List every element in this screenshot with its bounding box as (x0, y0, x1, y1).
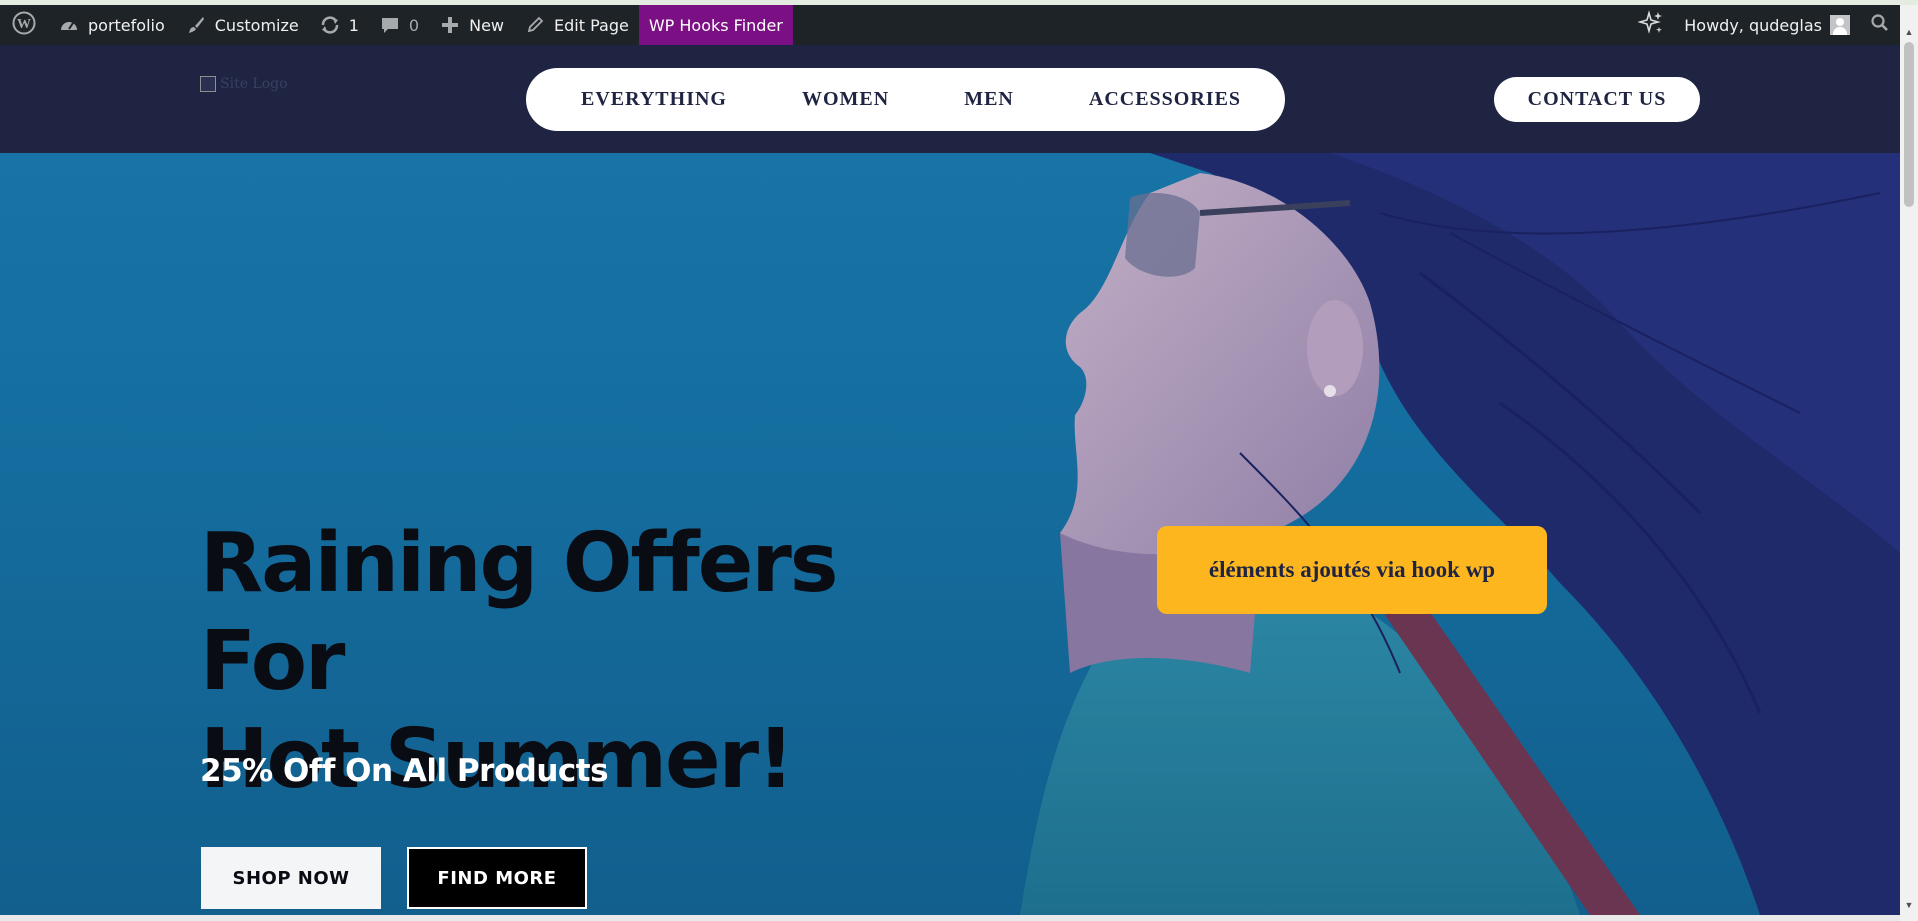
hero-title-line-1: Raining Offers For (200, 516, 839, 709)
hero-section: Raining Offers For Hot Summer! 25% Off O… (0, 153, 1900, 915)
comments-link[interactable]: 0 (369, 5, 429, 45)
updates-link[interactable]: 1 (309, 5, 369, 45)
dashboard-gauge-icon (58, 14, 80, 36)
main-navigation: EVERYTHING WOMEN MEN ACCESSORIES (526, 68, 1285, 131)
site-logo[interactable]: Site Logo (200, 73, 320, 95)
wp-hooks-finder-button[interactable]: WP Hooks Finder (638, 5, 793, 45)
scrollbar-thumb[interactable] (1904, 42, 1914, 207)
paintbrush-icon (185, 14, 207, 36)
scroll-up-arrow-icon[interactable]: ▲ (1900, 25, 1918, 39)
wp-hooks-finder-label: WP Hooks Finder (648, 15, 783, 35)
nav-item-everything[interactable]: EVERYTHING (581, 88, 727, 111)
site-name-label: portefolio (88, 15, 165, 35)
customize-link[interactable]: Customize (175, 5, 309, 45)
comment-bubble-icon (379, 14, 401, 36)
svg-text:W: W (17, 17, 31, 32)
wordpress-icon: W (12, 11, 36, 39)
wp-logo-menu[interactable]: W (0, 5, 48, 45)
admin-bar-right: Howdy, qudeglas (1628, 5, 1900, 45)
page-bottom-strip (0, 915, 1900, 921)
edit-page-link[interactable]: Edit Page (514, 5, 639, 45)
site-logo-alt-text: Site Logo (220, 76, 288, 92)
edit-page-label: Edit Page (554, 15, 629, 35)
contact-us-button[interactable]: CONTACT US (1494, 77, 1700, 122)
howdy-label: Howdy, qudeglas (1684, 15, 1822, 35)
site-name-menu[interactable]: portefolio (48, 5, 175, 45)
site-header: Site Logo EVERYTHING WOMEN MEN ACCESSORI… (0, 45, 1900, 153)
nav-item-women[interactable]: WOMEN (802, 88, 889, 111)
my-account-menu[interactable]: Howdy, qudeglas (1674, 5, 1860, 45)
broken-image-icon (200, 76, 216, 92)
plus-icon (439, 14, 461, 36)
hook-added-elements-box: éléments ajoutés via hook wp (1157, 526, 1547, 614)
shop-now-button[interactable]: SHOP NOW (201, 847, 381, 909)
sparkles-icon (1637, 10, 1664, 40)
new-label: New (469, 15, 505, 35)
new-content-menu[interactable]: New (429, 5, 514, 45)
nav-item-accessories[interactable]: ACCESSORIES (1089, 88, 1241, 111)
scroll-down-arrow-icon[interactable]: ▼ (1900, 898, 1918, 912)
avatar (1830, 15, 1850, 35)
nav-item-men[interactable]: MEN (964, 88, 1014, 111)
wp-admin-bar: W portefolio Customize 1 0 New Edit Page… (0, 5, 1900, 45)
updates-refresh-icon (319, 14, 341, 36)
customize-label: Customize (214, 15, 299, 35)
admin-search-button[interactable] (1860, 5, 1900, 45)
comments-count: 0 (408, 15, 420, 35)
search-icon (1870, 13, 1890, 37)
find-more-button[interactable]: FIND MORE (407, 847, 587, 909)
pencil-icon (524, 14, 546, 36)
updates-count: 1 (348, 15, 359, 35)
ai-assistant-button[interactable] (1628, 5, 1674, 45)
hero-subtitle: 25% Off On All Products (200, 753, 609, 789)
